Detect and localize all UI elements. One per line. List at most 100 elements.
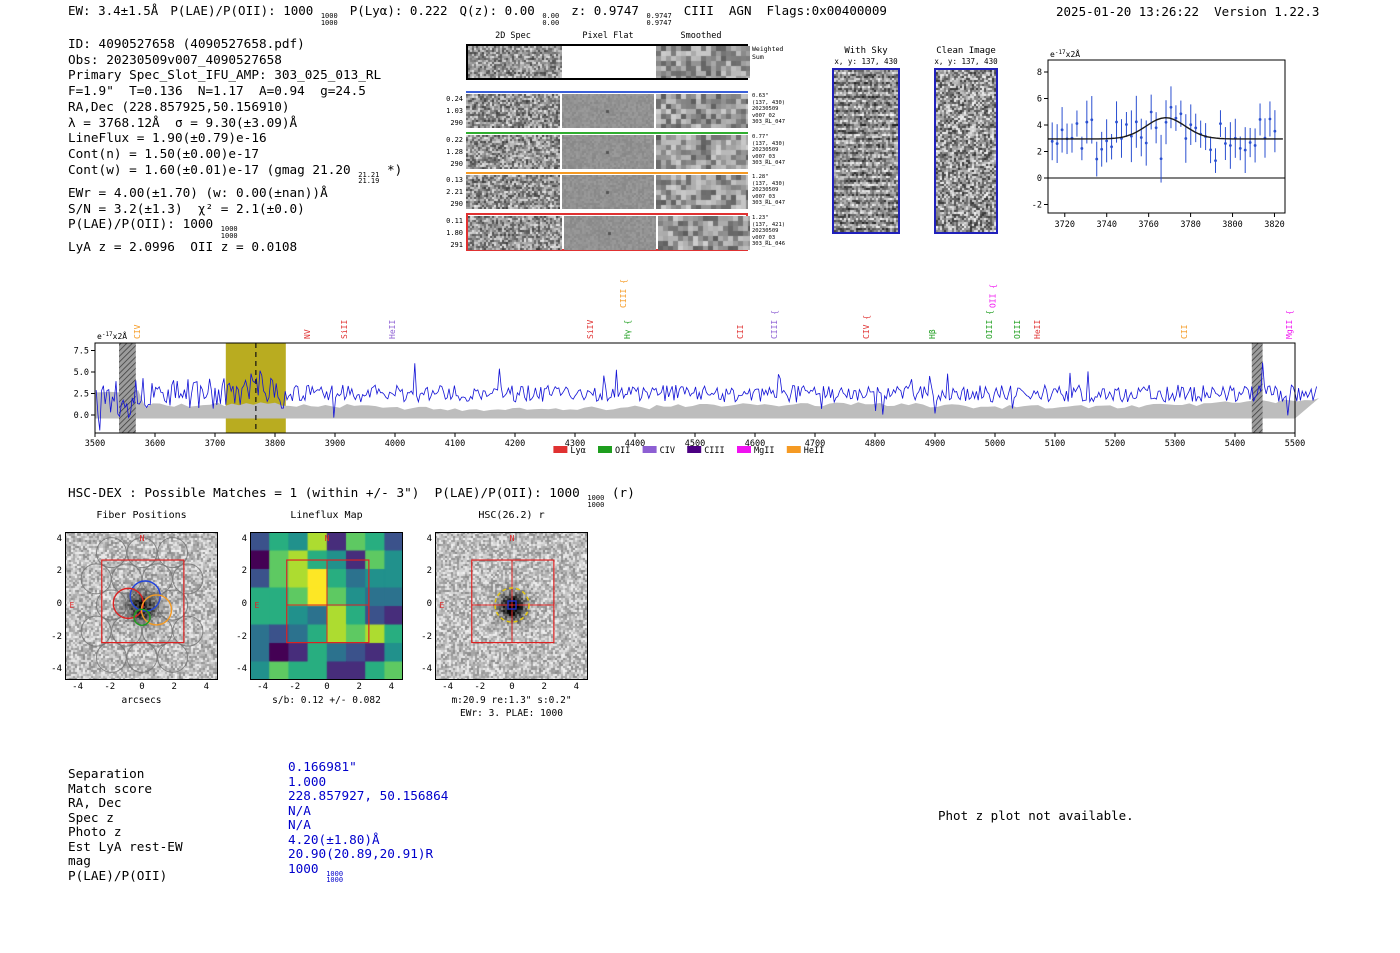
x-tick-label: 3720 [1055,220,1075,230]
data-point [1080,147,1084,150]
x-tick-label: 4200 [505,439,525,449]
y-tick-label: 2 [426,566,432,577]
summary-value: 228.857927, 50.156864 [288,788,449,804]
hsc-r-panel: N E -4 -4 -2 -2 0 0 2 2 4 4 [421,532,588,692]
summary-label: Photo z [68,824,122,840]
y-tick-label: -4 [421,664,432,675]
x-tick-label: 5200 [1105,439,1125,449]
info-line-text: Cont(w) = 1.60(±0.01)e-17 (gmag 21.20 [68,161,359,177]
fiber-circle [80,563,112,595]
y-tick-label: -2 [236,631,247,642]
info-line-text: LyA z = 2.0996 OII z = 0.0108 [68,239,298,255]
fraction-bottom: 1000 [220,231,238,240]
panel-title-hsc-r: HSC(26.2) r [478,510,545,521]
summary-value: N/A [288,802,311,818]
emission-line-marker: Hβ [928,329,937,339]
legend-label: CIII [704,446,724,456]
fiber-circle [172,615,204,647]
y-tick-label: 6 [1037,95,1042,105]
spectral-cutout-grid: 2D Spec Pixel Flat Smoothed Weighted Sum … [440,0,820,265]
y-tick-label: 5.0 [74,368,89,378]
header-segment: EW: 3.4±1.5Å [68,3,158,18]
x-tick-label: 5400 [1225,439,1245,449]
unit-label: e-17x2Å [1050,48,1080,59]
cutout-pixelflat-image [564,216,656,250]
summary-label: Spec z [68,809,114,825]
annotation-line: 303_RL_047 [752,119,786,125]
cutout-col-header-2dspec: 2D Spec [495,31,531,41]
info-line-text: LineFlux = 1.90(±0.79)e-16 [68,130,267,146]
data-point [1164,120,1168,124]
summary-value: 20.90(20.89,20.91)R [288,846,434,862]
fiber-circle [95,589,127,621]
emission-line-marker: MgII { [1285,310,1294,339]
y-tick-label: 4 [426,533,432,544]
data-point [1184,137,1188,140]
hsc-match-line: HSC-DEX : Possible Matches = 1 (within +… [68,485,635,508]
data-point [1115,120,1118,124]
y-tick-label: 7.5 [74,347,89,357]
segment-text: P(Lyα): 0.222 [349,3,448,18]
fraction-bottom: 1000 [587,500,605,509]
summary-label: Est LyA rest-EW [68,838,183,854]
stacked-fraction: 1000 1000 [587,495,604,508]
x-tick-label: 3500 [85,439,105,449]
weighted-sum-row [466,44,750,80]
stat-value: 0.22 [446,136,463,144]
fiber-positions-panel: N E -4 -4 -2 -2 0 0 2 2 4 4 [51,532,218,692]
u3: x2Å [1066,48,1081,59]
data-point [1100,147,1104,151]
data-point [1258,118,1262,121]
y-tick-label: 4 [1037,121,1042,131]
u2: -17 [1055,49,1066,56]
cutout-pixelflat-image [562,175,654,209]
x-tick-label: 2 [541,682,547,692]
u2: -17 [102,331,113,338]
clean-coords: x, y: 137, 430 [934,57,998,66]
clean-image-frame [934,68,998,234]
stat-value: 290 [450,119,463,127]
fiber-circle [95,537,127,569]
data-point [1228,144,1232,147]
masked-region [119,343,136,433]
data-point [1134,120,1138,124]
info-line-text: RA,Dec (228.857925,50.156910) [68,98,290,114]
legend-swatch [642,446,657,453]
y-tick-label: -2 [51,631,62,642]
x-tick-label: 3800 [1222,220,1242,230]
data-point [1253,144,1257,147]
stacked-fraction: 1000 1000 [221,226,238,239]
data-point [1224,142,1227,145]
summary-value: 1.000 [288,773,327,789]
x-tick-label: 5000 [985,439,1005,449]
cutout-row-annotation: 0.63" (137, 430) 20230509 v007_02 303_RL_047 [752,93,798,126]
x-tick-label: -4 [442,682,454,692]
data-point [1238,146,1242,150]
info-line-text: P(LAE)/P(OII): 1000 [68,216,221,232]
fiber-circle [111,563,143,595]
data-point [1095,157,1099,161]
cutout-pixelflat-image [562,135,654,169]
legend-label: CIV [660,446,675,456]
data-point [1189,123,1193,127]
y-tick-label: 0.0 [74,411,89,421]
data-point [1139,136,1143,139]
legend-label: Lyα [570,446,585,456]
data-point [1194,126,1198,130]
summary-label: mag [68,853,91,869]
emission-line-marker: CIV { [862,315,871,339]
cutout-2dspec-image [466,175,560,209]
x-tick-label: -4 [257,682,269,692]
info-line: Obs: 20230509v007_4090527658 [68,52,402,68]
y-tick-label: 8 [1037,68,1042,78]
x-tick-label: 4 [388,682,395,692]
cutout-row-stats: 0.22 1.28 290 [440,134,463,170]
x-tick-label: 3600 [145,439,165,449]
y-tick-label: 0 [241,599,247,609]
summary-value: 1000 1000 1000 [288,861,343,884]
fiber-circle [157,537,189,569]
info-line-text: Cont(n) = 1.50(±0.00)e-17 [68,145,259,161]
cutout-row-stats: 0.13 2.21 290 [440,174,463,210]
emission-line-marker: HeII [1033,320,1042,339]
y-tick-label: 2 [1037,148,1042,158]
